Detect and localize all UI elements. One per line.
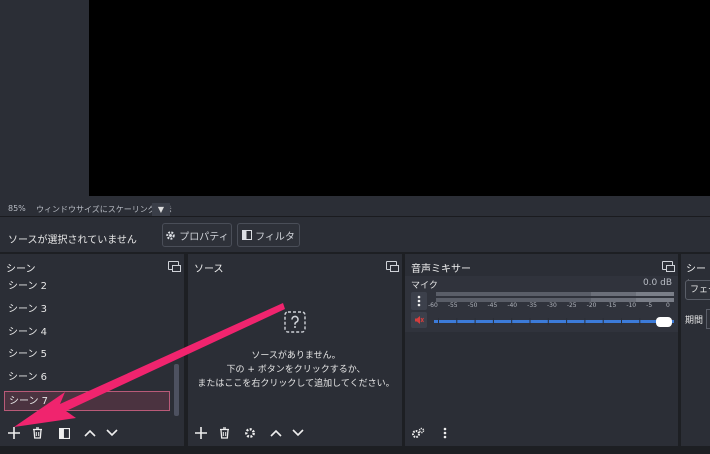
volume-slider-tick xyxy=(566,318,568,325)
mixer-scale-label: -20 xyxy=(586,302,597,309)
volume-slider-tick xyxy=(529,318,531,325)
transition-select-value: フェー xyxy=(690,285,710,295)
scene-list-item[interactable]: シーン 3 xyxy=(4,300,170,320)
preview-status-bar: 85% ウィンドウサイズにスケーリング表示 ▼ xyxy=(0,203,710,216)
scene-list-item[interactable]: シーン 4 xyxy=(4,323,170,343)
volume-slider-tick xyxy=(639,318,641,325)
add-source-hint: 下の + ボタンをクリックするか、 xyxy=(226,365,366,375)
mixer-scale-label: -35 xyxy=(527,302,537,309)
add-source-button[interactable] xyxy=(191,423,211,443)
chevron-up-icon xyxy=(84,429,96,437)
move-source-down-button[interactable] xyxy=(288,423,308,443)
mixer-scale-label: -60 xyxy=(428,302,438,309)
mixer-scale-label: -40 xyxy=(507,302,518,309)
scale-mode-dropdown[interactable]: ▼ xyxy=(152,203,170,216)
volume-slider-tick xyxy=(584,318,586,325)
mixer-scale-label: 0 xyxy=(666,302,670,309)
mixer-channel-name: マイク xyxy=(411,281,438,291)
remove-source-button[interactable] xyxy=(214,423,234,443)
gear-icon xyxy=(166,230,176,240)
volume-slider-track xyxy=(434,320,674,323)
kebab-menu-icon xyxy=(443,427,447,439)
duration-label: 期間 xyxy=(685,316,704,326)
chevron-up-icon xyxy=(270,429,282,437)
filter-icon xyxy=(242,230,253,240)
source-toolbar: ソースが選択されていません プロパティ フィルタ xyxy=(0,216,710,252)
undock-icon[interactable] xyxy=(386,261,399,272)
kebab-menu-icon xyxy=(417,295,421,307)
remove-scene-button[interactable] xyxy=(27,423,47,443)
no-sources-text: ソースがありません。 xyxy=(251,351,341,361)
source-properties-button[interactable] xyxy=(240,423,260,443)
gears-icon xyxy=(412,427,425,438)
scene-list-item[interactable]: シーン 6 xyxy=(4,368,170,388)
plus-icon xyxy=(195,427,207,439)
sources-dock: ソース xyxy=(188,254,402,420)
trash-icon xyxy=(219,427,229,439)
volume-slider-handle[interactable] xyxy=(656,317,672,327)
volume-slider-tick xyxy=(621,318,622,325)
duration-input[interactable] xyxy=(706,309,710,329)
scene-filters-button[interactable] xyxy=(54,423,74,443)
zoom-level: 85% xyxy=(8,204,26,213)
undock-icon[interactable] xyxy=(662,261,675,272)
scenes-dock-title: シーン xyxy=(6,264,36,275)
audio-mixer-title: 音声ミキサー xyxy=(411,264,471,275)
scene-list-scrollbar[interactable] xyxy=(174,364,179,416)
properties-button[interactable]: プロパティ xyxy=(162,223,232,247)
move-scene-down-button[interactable] xyxy=(102,423,122,443)
transition-select[interactable]: フェー xyxy=(685,280,710,300)
question-icon xyxy=(284,311,306,333)
filters-label: フィルタ xyxy=(255,231,295,243)
gear-icon xyxy=(245,428,255,438)
volume-slider-tick xyxy=(438,318,439,325)
move-scene-up-button[interactable] xyxy=(80,423,100,443)
mixer-level-readout: 0.0 dB xyxy=(642,278,672,288)
volume-slider-tick xyxy=(456,318,458,325)
mute-button[interactable] xyxy=(411,312,427,328)
scene-list-item[interactable]: シーン 5 xyxy=(4,345,170,365)
filters-button[interactable]: フィルタ xyxy=(237,223,300,247)
volume-slider-tick xyxy=(511,318,513,325)
add-scene-button[interactable] xyxy=(4,423,24,443)
mixer-scale-label: -25 xyxy=(566,302,577,309)
volume-slider-tick xyxy=(492,318,494,325)
mixer-menu-button[interactable] xyxy=(411,292,427,310)
scene-list-item[interactable]: シーン 7 xyxy=(4,391,170,411)
mixer-scale-label: -5 xyxy=(646,302,653,309)
volume-slider-tick xyxy=(547,318,549,325)
preview-canvas[interactable] xyxy=(89,0,710,196)
mixer-scale-label: -55 xyxy=(447,302,458,309)
scene-list-item[interactable]: シーン 2 xyxy=(4,277,170,297)
undock-icon[interactable] xyxy=(168,261,181,272)
mixer-scale-label: -15 xyxy=(606,302,617,309)
mixer-scale-label: -50 xyxy=(467,302,478,309)
filter-icon xyxy=(58,427,70,439)
volume-slider-tick xyxy=(602,318,604,325)
right-click-hint: またはここを右クリックして追加してください。 xyxy=(197,379,395,389)
volume-slider-tick xyxy=(474,318,476,325)
chevron-down-icon xyxy=(292,429,304,437)
advanced-audio-properties-button[interactable] xyxy=(408,423,428,443)
properties-label: プロパティ xyxy=(179,231,229,243)
mixer-options-button[interactable] xyxy=(435,423,455,443)
mixer-scale-label: -10 xyxy=(626,302,637,309)
audio-meter xyxy=(436,292,674,302)
mixer-scale-label: -45 xyxy=(487,302,498,309)
trash-icon xyxy=(32,427,42,439)
no-source-selected-text: ソースが選択されていません xyxy=(8,235,137,246)
speaker-muted-icon xyxy=(415,316,424,324)
sources-dock-title: ソース xyxy=(194,264,224,275)
volume-slider[interactable] xyxy=(434,315,674,329)
chevron-down-icon xyxy=(106,429,118,437)
mixer-scale-label: -30 xyxy=(547,302,557,309)
move-source-up-button[interactable] xyxy=(266,423,286,443)
plus-icon xyxy=(8,427,20,439)
